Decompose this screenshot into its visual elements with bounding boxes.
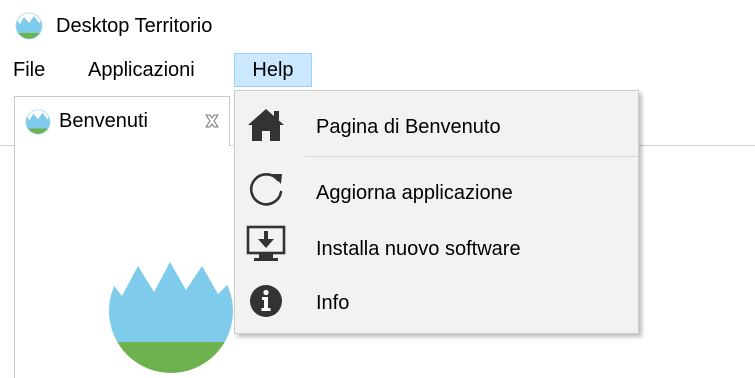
window-title: Desktop Territorio: [56, 15, 213, 37]
menu-item-pagina-benvenuto[interactable]: Pagina di Benvenuto: [235, 99, 638, 151]
menu-applicazioni[interactable]: Applicazioni: [81, 53, 202, 87]
editor-border: [14, 145, 15, 378]
tab-benvenuti[interactable]: Benvenuti: [14, 96, 230, 146]
menu-item-info[interactable]: Info: [235, 276, 638, 328]
info-icon: [250, 285, 282, 317]
tab-label: Benvenuti: [59, 110, 148, 132]
menu-help[interactable]: Help: [234, 53, 312, 87]
menu-item-installa-software[interactable]: Installa nuovo software: [235, 221, 638, 273]
close-tab-icon[interactable]: [203, 112, 221, 130]
mountain-logo-icon: [15, 12, 43, 40]
app-window: Desktop Territorio File Applicazioni Hel…: [0, 0, 755, 378]
mountain-logo-icon: [25, 109, 51, 135]
menu-item-aggiorna-applicazione[interactable]: Aggiorna applicazione: [235, 165, 638, 217]
menu-item-label: Aggiorna applicazione: [316, 182, 513, 204]
menu-item-label: Info: [316, 292, 350, 314]
menu-item-label: Installa nuovo software: [316, 238, 521, 260]
help-dropdown-menu: Pagina di Benvenuto Aggiorna applicazion…: [234, 90, 639, 334]
refresh-icon: [249, 173, 283, 206]
menu-bar: File Applicazioni Help: [0, 50, 755, 90]
menu-file[interactable]: File: [6, 53, 52, 87]
menu-item-label: Pagina di Benvenuto: [316, 116, 501, 138]
menu-separator: [305, 156, 637, 157]
home-icon: [248, 109, 284, 141]
install-software-icon: [246, 225, 286, 261]
welcome-logo-image: [109, 249, 233, 373]
title-bar: Desktop Territorio: [0, 0, 755, 50]
